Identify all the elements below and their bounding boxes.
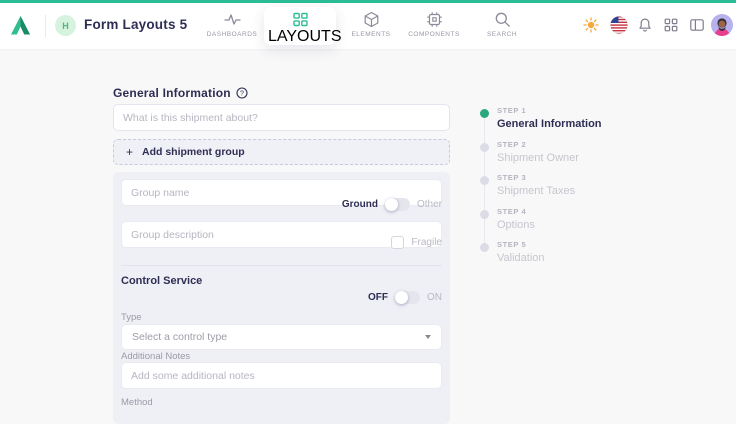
control-service-toggle[interactable] [395, 291, 420, 304]
step-number-label: STEP 2 [497, 140, 670, 149]
additional-notes-label: Additional Notes [121, 351, 190, 362]
nav-item-label: DASHBOARDS [200, 31, 264, 38]
cpu-icon [426, 11, 443, 28]
control-service-toggle-row: OFF ON [368, 291, 442, 304]
plus-icon: + [126, 145, 133, 159]
step-item-validation[interactable]: STEP 5 Validation [480, 240, 670, 264]
step-item-options[interactable]: STEP 4 Options [480, 207, 670, 231]
user-avatar[interactable] [711, 14, 733, 36]
step-dot [480, 243, 489, 252]
add-shipment-group-button[interactable]: + Add shipment group [113, 139, 450, 165]
apps-grid-icon[interactable] [663, 17, 679, 33]
app-window: H Form Layouts 5 DASHBOARDS LAYOUTS [0, 0, 736, 412]
method-label: Method [121, 397, 153, 408]
search-icon [494, 11, 511, 28]
help-icon[interactable]: ? [236, 87, 248, 99]
shipment-group-panel: Ground Other Fragile Control Service OFF… [113, 172, 450, 424]
nav-item-components[interactable]: COMPONENTS [402, 11, 466, 38]
step-title: Options [497, 219, 670, 231]
mode-toggle-row: Ground Other [342, 198, 442, 211]
language-us-flag-icon[interactable] [610, 16, 628, 34]
section-divider [121, 265, 442, 266]
navbar-divider [45, 15, 46, 37]
page-title: Form Layouts 5 [84, 17, 187, 32]
nav-item-label: COMPONENTS [402, 31, 466, 38]
page-letter-avatar: H [55, 15, 76, 36]
activity-icon [224, 11, 241, 28]
step-item-shipment-taxes[interactable]: STEP 3 Shipment Taxes [480, 173, 670, 197]
step-title: Shipment Owner [497, 152, 670, 164]
control-type-select[interactable]: Select a control type [121, 324, 442, 350]
box-icon [363, 11, 380, 28]
step-number-label: STEP 4 [497, 207, 670, 216]
step-item-general-information[interactable]: STEP 1 General Information [480, 106, 670, 130]
bell-icon[interactable] [637, 17, 653, 33]
chevron-down-icon [425, 335, 431, 339]
toggle-knob [395, 291, 408, 304]
mode-toggle[interactable] [385, 198, 410, 211]
fragile-checkbox[interactable] [391, 236, 404, 249]
grid-squares-icon [292, 11, 309, 28]
additional-notes-input[interactable] [121, 362, 442, 389]
fragile-label: Fragile [411, 237, 442, 248]
step-dot [480, 210, 489, 219]
section-heading: General Information [113, 86, 231, 100]
step-item-shipment-owner[interactable]: STEP 2 Shipment Owner [480, 140, 670, 164]
step-number-label: STEP 1 [497, 106, 670, 115]
mode-right-label: Other [417, 199, 442, 210]
step-dot [480, 176, 489, 185]
step-title: General Information [497, 118, 670, 130]
svg-text:?: ? [240, 90, 244, 97]
app-logo[interactable] [9, 14, 32, 37]
toggle-knob [385, 198, 398, 211]
nav-item-dashboards[interactable]: DASHBOARDS [200, 11, 264, 38]
select-value: Select a control type [132, 331, 227, 343]
step-number-label: STEP 5 [497, 240, 670, 249]
control-service-heading: Control Service [121, 275, 202, 287]
step-dot [480, 143, 489, 152]
step-number-label: STEP 3 [497, 173, 670, 182]
section-heading-row: General Information ? [113, 86, 248, 100]
nav-item-label: SEARCH [470, 31, 534, 38]
on-label: ON [427, 292, 442, 303]
top-navbar: H Form Layouts 5 DASHBOARDS LAYOUTS [0, 0, 736, 49]
type-label: Type [121, 312, 142, 323]
off-label: OFF [368, 292, 388, 303]
shipment-about-input[interactable] [113, 104, 450, 131]
nav-item-label: LAYOUTS [268, 28, 342, 45]
fragile-row: Fragile [391, 236, 442, 249]
add-group-label: Add shipment group [142, 146, 245, 158]
theme-sun-icon[interactable] [583, 17, 599, 33]
nav-item-search[interactable]: SEARCH [470, 11, 534, 38]
nav-item-label: ELEMENTS [339, 31, 403, 38]
logo-triangle-icon [9, 14, 32, 37]
step-dot [480, 109, 489, 118]
nav-item-layouts[interactable]: LAYOUTS [264, 7, 336, 45]
step-title: Shipment Taxes [497, 185, 670, 197]
layout-columns-icon[interactable] [689, 17, 705, 33]
mode-left-label: Ground [342, 199, 378, 210]
nav-item-elements[interactable]: ELEMENTS [339, 11, 403, 38]
step-title: Validation [497, 252, 670, 264]
